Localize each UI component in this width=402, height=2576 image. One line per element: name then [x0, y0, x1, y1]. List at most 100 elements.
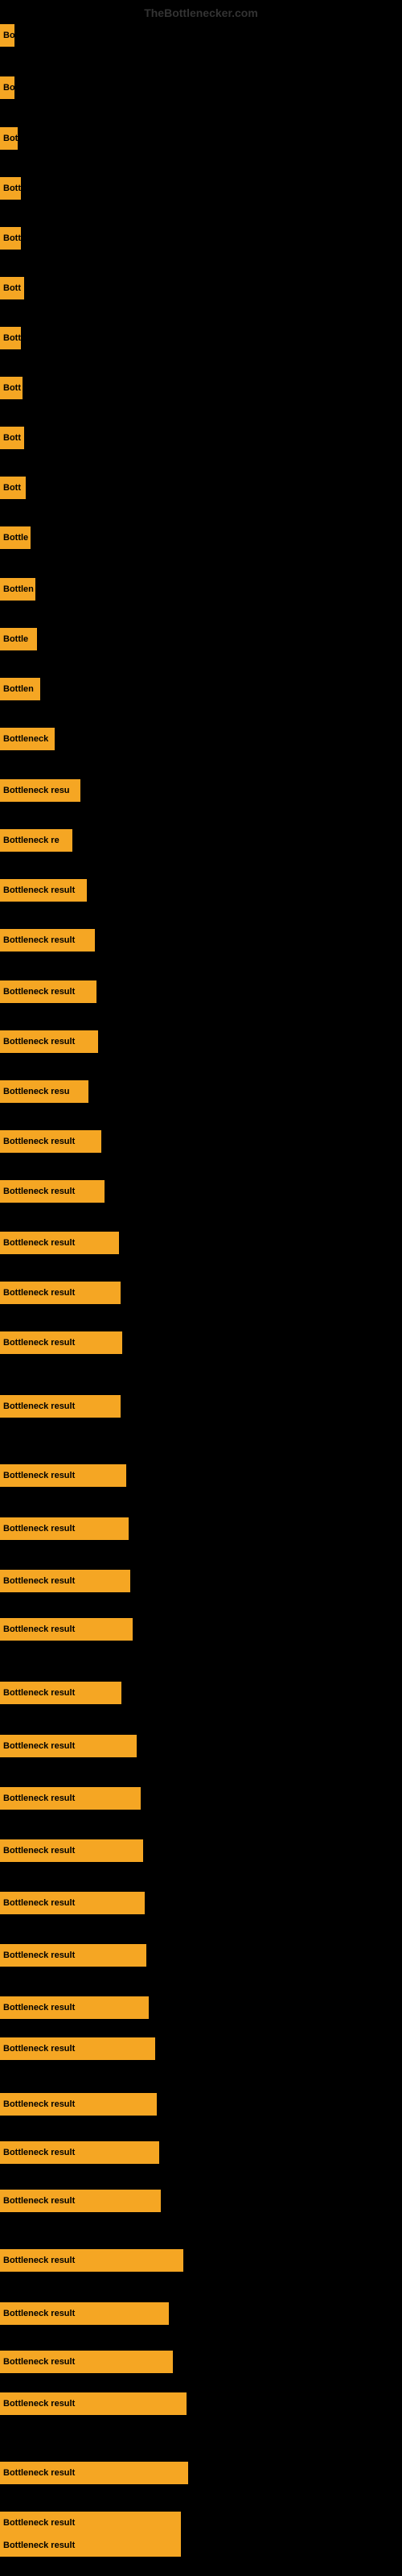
bar-item: Bottleneck result — [0, 1787, 141, 1810]
bar-item: Bott — [0, 377, 23, 399]
bar-label: Bottleneck result — [0, 1787, 141, 1810]
bar-label: Bottlen — [0, 678, 40, 700]
bar-item: Bo — [0, 24, 14, 47]
bar-label: Bottleneck result — [0, 2141, 159, 2164]
bar-item: Bottleneck result — [0, 1517, 129, 1540]
bar-label: Bottleneck result — [0, 2302, 169, 2325]
bar-label: Bottleneck result — [0, 1517, 129, 1540]
bar-label: Bottleneck result — [0, 2093, 157, 2116]
bar-item: Bottleneck result — [0, 1180, 105, 1203]
bar-label: Bott — [0, 327, 21, 349]
bar-item: Bo — [0, 76, 14, 99]
bar-item: Bott — [0, 277, 24, 299]
bar-label: Bottleneck result — [0, 2534, 181, 2557]
bar-item: Bott — [0, 227, 21, 250]
bar-label: Bottleneck result — [0, 1232, 119, 1254]
bar-label: Bottleneck result — [0, 980, 96, 1003]
bar-label: Bottleneck result — [0, 1944, 146, 1967]
bar-item: Bottleneck result — [0, 2512, 181, 2534]
bar-item: Bottleneck result — [0, 1282, 121, 1304]
bar-label: Bottleneck result — [0, 2462, 188, 2484]
bar-label: Bottleneck result — [0, 1570, 130, 1592]
bar-item: Bottleneck resu — [0, 779, 80, 802]
bar-item: Bottleneck result — [0, 1944, 146, 1967]
bar-item: Bott — [0, 427, 24, 449]
bar-item: Bottle — [0, 526, 31, 549]
bar-label: Bottlen — [0, 578, 35, 601]
bar-item: Bot — [0, 127, 18, 150]
bar-label: Bottleneck result — [0, 1735, 137, 1757]
bar-label: Bott — [0, 377, 23, 399]
bar-label: Bott — [0, 277, 24, 299]
bar-item: Bottleneck result — [0, 2190, 161, 2212]
bar-label: Bottleneck result — [0, 1030, 98, 1053]
bar-item: Bottleneck result — [0, 2462, 188, 2484]
bar-item: Bottleneck — [0, 728, 55, 750]
bar-item: Bottleneck result — [0, 1735, 137, 1757]
bar-item: Bottleneck result — [0, 1130, 101, 1153]
bar-item: Bottleneck result — [0, 2302, 169, 2325]
bar-item: Bottleneck result — [0, 2037, 155, 2060]
bar-item: Bottlen — [0, 678, 40, 700]
bar-label: Bottleneck re — [0, 829, 72, 852]
bar-label: Bott — [0, 477, 26, 499]
bar-item: Bottleneck result — [0, 1232, 119, 1254]
bar-label: Bottleneck result — [0, 1996, 149, 2019]
bar-label: Bottleneck result — [0, 1282, 121, 1304]
bar-item: Bottleneck result — [0, 1464, 126, 1487]
bar-label: Bottleneck — [0, 728, 55, 750]
bar-item: Bottleneck result — [0, 1839, 143, 1862]
bar-item: Bottleneck result — [0, 929, 95, 952]
bar-item: Bottleneck result — [0, 1395, 121, 1418]
bar-item: Bottleneck result — [0, 1618, 133, 1641]
bar-label: Bottleneck result — [0, 2512, 181, 2534]
bar-item: Bottleneck result — [0, 2351, 173, 2373]
bar-label: Bo — [0, 76, 14, 99]
bar-label: Bottleneck result — [0, 1892, 145, 1914]
bar-item: Bott — [0, 477, 26, 499]
bar-item: Bottleneck resu — [0, 1080, 88, 1103]
bar-item: Bottleneck result — [0, 2249, 183, 2272]
bar-item: Bottleneck result — [0, 1331, 122, 1354]
bar-label: Bottleneck result — [0, 2392, 187, 2415]
bar-label: Bottleneck result — [0, 1130, 101, 1153]
bar-item: Bottleneck result — [0, 2534, 181, 2557]
bar-label: Bottleneck result — [0, 1180, 105, 1203]
bar-label: Bottleneck result — [0, 1839, 143, 1862]
bar-item: Bottleneck result — [0, 1030, 98, 1053]
bar-item: Bottleneck result — [0, 1892, 145, 1914]
bar-label: Bot — [0, 127, 18, 150]
bar-label: Bottleneck result — [0, 1464, 126, 1487]
bar-label: Bottleneck result — [0, 1682, 121, 1704]
bar-item: Bottleneck result — [0, 1682, 121, 1704]
bar-label: Bott — [0, 427, 24, 449]
bar-item: Bottleneck result — [0, 1996, 149, 2019]
bar-label: Bottleneck result — [0, 1618, 133, 1641]
bar-label: Bottleneck result — [0, 2249, 183, 2272]
bar-label: Bottleneck result — [0, 1331, 122, 1354]
bar-label: Bott — [0, 227, 21, 250]
bar-item: Bott — [0, 327, 21, 349]
bar-label: Bottleneck resu — [0, 779, 80, 802]
bar-label: Bottle — [0, 526, 31, 549]
bar-label: Bottleneck result — [0, 2037, 155, 2060]
site-title: TheBottlenecker.com — [144, 6, 258, 19]
bar-label: Bo — [0, 24, 14, 47]
bar-item: Bottleneck re — [0, 829, 72, 852]
bar-item: Bottleneck result — [0, 2392, 187, 2415]
bar-item: Bottle — [0, 628, 37, 650]
bar-label: Bott — [0, 177, 21, 200]
bar-label: Bottleneck result — [0, 2190, 161, 2212]
bar-item: Bottleneck result — [0, 879, 87, 902]
bar-item: Bottleneck result — [0, 980, 96, 1003]
bar-item: Bottleneck result — [0, 2141, 159, 2164]
bar-item: Bottlen — [0, 578, 35, 601]
bar-label: Bottle — [0, 628, 37, 650]
bar-label: Bottleneck result — [0, 879, 87, 902]
bar-item: Bottleneck result — [0, 1570, 130, 1592]
bar-label: Bottleneck result — [0, 2351, 173, 2373]
bar-item: Bott — [0, 177, 21, 200]
bar-label: Bottleneck result — [0, 1395, 121, 1418]
bar-item: Bottleneck result — [0, 2093, 157, 2116]
bar-label: Bottleneck resu — [0, 1080, 88, 1103]
